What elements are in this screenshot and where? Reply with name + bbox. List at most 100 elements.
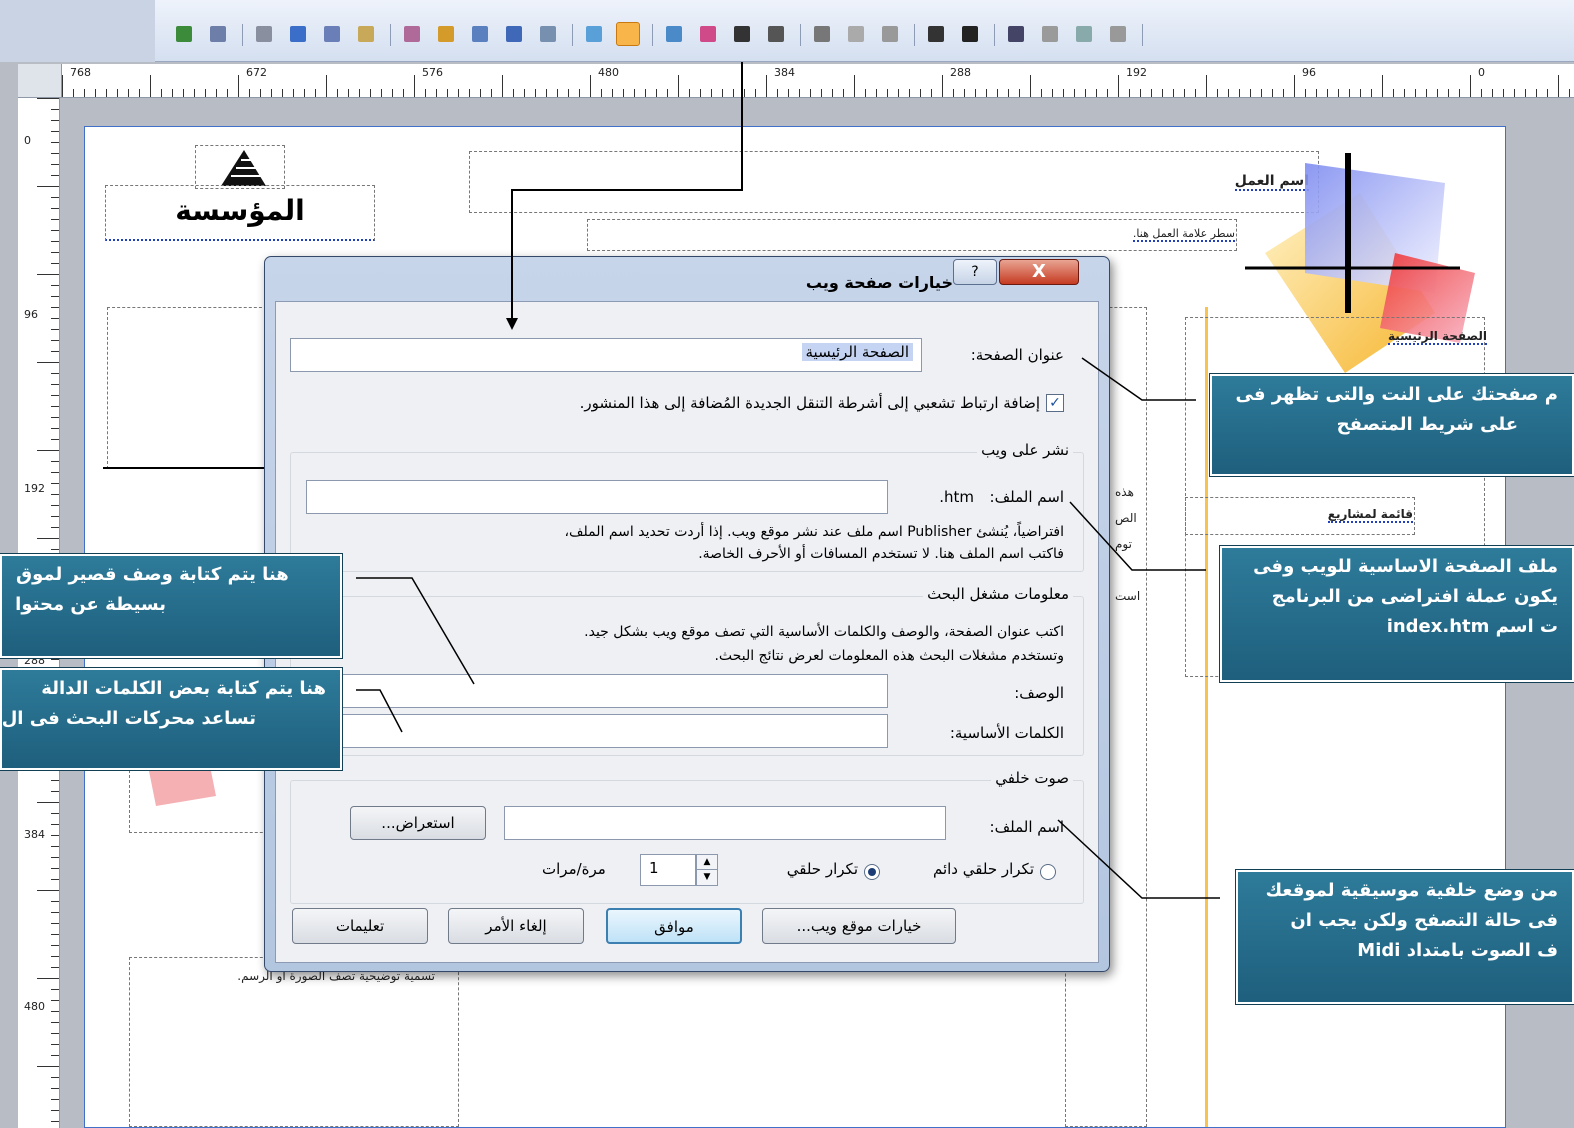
flip-icon[interactable]	[878, 22, 902, 46]
crop-icon[interactable]	[1004, 22, 1028, 46]
ruler-tick	[392, 89, 393, 97]
ruler-tick	[546, 89, 547, 97]
ruler-tick	[1030, 75, 1031, 97]
description-input[interactable]	[306, 674, 888, 708]
globe-icon[interactable]	[172, 22, 196, 46]
ruler-tick	[51, 1022, 59, 1023]
ruler-tick	[1217, 89, 1218, 97]
ruler-tick	[304, 89, 305, 97]
ruler-tick	[51, 1099, 59, 1100]
ruler-tick	[183, 89, 184, 97]
ruler-tick	[1305, 89, 1306, 97]
business-name-frame[interactable]	[469, 151, 1319, 213]
loop-count-spinner[interactable]: ▲ ▼	[696, 854, 718, 886]
ruler-label: 576	[422, 66, 443, 79]
search-help-line2: وتستخدم مشغلات البحث هذه المعلومات لعرض …	[714, 648, 1064, 664]
callout-text: على شريط المتصفح	[1336, 414, 1518, 435]
ruler-tick	[953, 89, 954, 97]
ruler-tick	[51, 1121, 59, 1122]
ruler-tick	[733, 89, 734, 97]
ruler-tick	[1448, 89, 1449, 97]
toolbar-separator	[652, 24, 653, 46]
pen-icon[interactable]	[502, 22, 526, 46]
pencil-icon-glyph	[1076, 26, 1092, 42]
ruler-label: 672	[246, 66, 267, 79]
loop-radio[interactable]	[864, 864, 880, 880]
group-icon[interactable]	[582, 22, 606, 46]
ruler-tick	[1382, 75, 1383, 97]
spin-down-icon[interactable]: ▼	[697, 870, 717, 885]
insert-icon[interactable]	[536, 22, 560, 46]
bring-forward-icon[interactable]	[764, 22, 788, 46]
ruler-tick	[1085, 89, 1086, 97]
layout-icon[interactable]	[730, 22, 754, 46]
ruler-tick	[931, 89, 932, 97]
ruler-tick	[1459, 89, 1460, 97]
ruler-tick	[1349, 89, 1350, 97]
line-style-icon[interactable]	[958, 22, 982, 46]
web-options-icon[interactable]	[434, 22, 458, 46]
document-icon[interactable]	[320, 22, 344, 46]
nav-item-home[interactable]: الصفحة الرئيسية	[1387, 329, 1487, 345]
ok-button[interactable]: موافق	[606, 908, 742, 944]
help-button[interactable]: تعليمات	[292, 908, 428, 944]
publish-help-line1: افتراضياً، يُنشئ Publisher اسم ملف عند ن…	[564, 524, 1064, 540]
ruler-tick	[557, 89, 558, 97]
company-name-box[interactable]: المؤسسة	[105, 185, 375, 241]
rotate-icon[interactable]	[844, 22, 868, 46]
add-hyperlink-checkbox[interactable]: ✓	[1046, 394, 1064, 412]
toolbar-separator	[994, 24, 995, 46]
pencil-icon[interactable]	[1072, 22, 1096, 46]
tools-icon[interactable]	[400, 22, 424, 46]
users-icon[interactable]	[252, 22, 276, 46]
web-page-options-dialog: خيارات صفحة ويب ? X عنوان الصفحة: الصفحة…	[264, 256, 1110, 972]
ruler-tick	[51, 780, 59, 781]
callout-text: يكون عملة افتراضى من البرنامج	[1271, 586, 1558, 607]
loop-forever-radio[interactable]	[1040, 864, 1056, 880]
ruler-tick	[51, 824, 59, 825]
sound-file-input[interactable]	[504, 806, 946, 840]
picture-icon[interactable]	[662, 22, 686, 46]
ruler-tick	[821, 89, 822, 97]
page-icon[interactable]	[354, 22, 378, 46]
description-label: الوصف:	[1014, 684, 1064, 702]
ruler-tick	[755, 89, 756, 97]
ruler-tick	[51, 659, 59, 660]
ruler-tick	[51, 483, 59, 484]
image-frame[interactable]	[107, 307, 267, 469]
ruler-tick	[51, 1077, 59, 1078]
nav-item-projects[interactable]: قائمة لمشاريع	[1327, 507, 1413, 523]
browse-button[interactable]: استعراض...	[350, 806, 486, 840]
help-icon[interactable]: ?	[953, 259, 997, 285]
keywords-input[interactable]	[306, 714, 888, 748]
insert-icon-glyph	[540, 26, 556, 42]
logo-frame[interactable]	[195, 145, 285, 189]
callout-text: ملف الصفحة الاساسية للويب وفى	[1253, 556, 1558, 577]
ruler-tick	[51, 197, 59, 198]
ruler-tick	[1547, 89, 1548, 97]
callout-text: هنا يتم كتابة وصف قصير لموق	[16, 564, 289, 585]
page-title-input[interactable]: الصفحة الرئيسية	[290, 338, 922, 372]
highlight-icon[interactable]	[1106, 22, 1130, 46]
color-icon[interactable]	[696, 22, 720, 46]
horizontal-ruler[interactable]: 768 672 576 480 384 288 192 96 0	[62, 64, 1574, 98]
close-icon[interactable]: X	[999, 259, 1079, 285]
file-name-input[interactable]	[306, 480, 888, 514]
form-icon[interactable]	[468, 22, 492, 46]
preview-icon[interactable]	[206, 22, 230, 46]
tagline[interactable]: سطر علامة العمل هنا.	[1132, 227, 1235, 242]
align-icon[interactable]	[924, 22, 948, 46]
web-icon[interactable]	[286, 22, 310, 46]
ruler-label: 288	[950, 66, 971, 79]
loop-count-input[interactable]: 1	[640, 854, 696, 886]
ruler-tick	[722, 89, 723, 97]
send-backward-icon[interactable]	[810, 22, 834, 46]
spin-up-icon[interactable]: ▲	[697, 855, 717, 870]
web-page-options-icon[interactable]	[616, 22, 640, 46]
cancel-button[interactable]: إلغاء الأمر	[448, 908, 584, 944]
website-options-button[interactable]: خيارات موقع ويب...	[762, 908, 956, 944]
ruler-tick	[898, 89, 899, 97]
ruler-tick	[37, 274, 59, 275]
fill-icon[interactable]	[1038, 22, 1062, 46]
ruler-tick	[799, 89, 800, 97]
